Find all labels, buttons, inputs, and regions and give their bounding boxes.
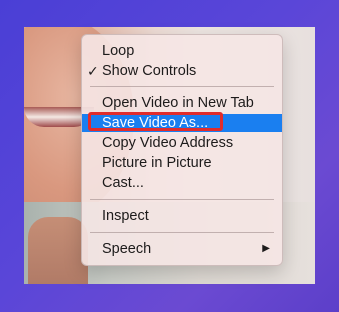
menu-item-open-video-new-tab[interactable]: Open Video in New Tab bbox=[82, 94, 282, 112]
context-menu: Loop ✓ Show Controls Open Video in New T… bbox=[81, 34, 283, 266]
menu-item-label: Picture in Picture bbox=[102, 155, 212, 171]
menu-item-label: Copy Video Address bbox=[102, 135, 234, 151]
menu-separator bbox=[90, 199, 274, 200]
menu-item-save-video-as[interactable]: Save Video As... bbox=[82, 112, 282, 132]
menu-item-speech[interactable]: Speech ▶ bbox=[82, 240, 282, 258]
menu-item-label: Open Video in New Tab bbox=[102, 95, 254, 111]
menu-item-label: Cast... bbox=[102, 175, 144, 191]
submenu-arrow-icon: ▶ bbox=[262, 243, 270, 254]
menu-item-picture-in-picture[interactable]: Picture in Picture bbox=[82, 154, 282, 172]
menu-item-loop[interactable]: Loop bbox=[82, 42, 282, 60]
checkmark-icon: ✓ bbox=[87, 63, 99, 79]
menu-item-label: Speech bbox=[102, 241, 152, 257]
menu-item-label: Save Video As... bbox=[102, 115, 209, 131]
menu-item-label: Loop bbox=[102, 43, 135, 59]
video-hand bbox=[28, 217, 88, 284]
menu-separator bbox=[90, 232, 274, 233]
menu-item-label: Show Controls bbox=[102, 63, 197, 79]
menu-item-show-controls[interactable]: ✓ Show Controls bbox=[82, 62, 282, 80]
menu-item-cast[interactable]: Cast... bbox=[82, 174, 282, 192]
menu-item-copy-video-address[interactable]: Copy Video Address bbox=[82, 134, 282, 152]
menu-item-label: Inspect bbox=[102, 208, 149, 224]
menu-item-inspect[interactable]: Inspect bbox=[82, 207, 282, 225]
menu-separator bbox=[90, 86, 274, 87]
